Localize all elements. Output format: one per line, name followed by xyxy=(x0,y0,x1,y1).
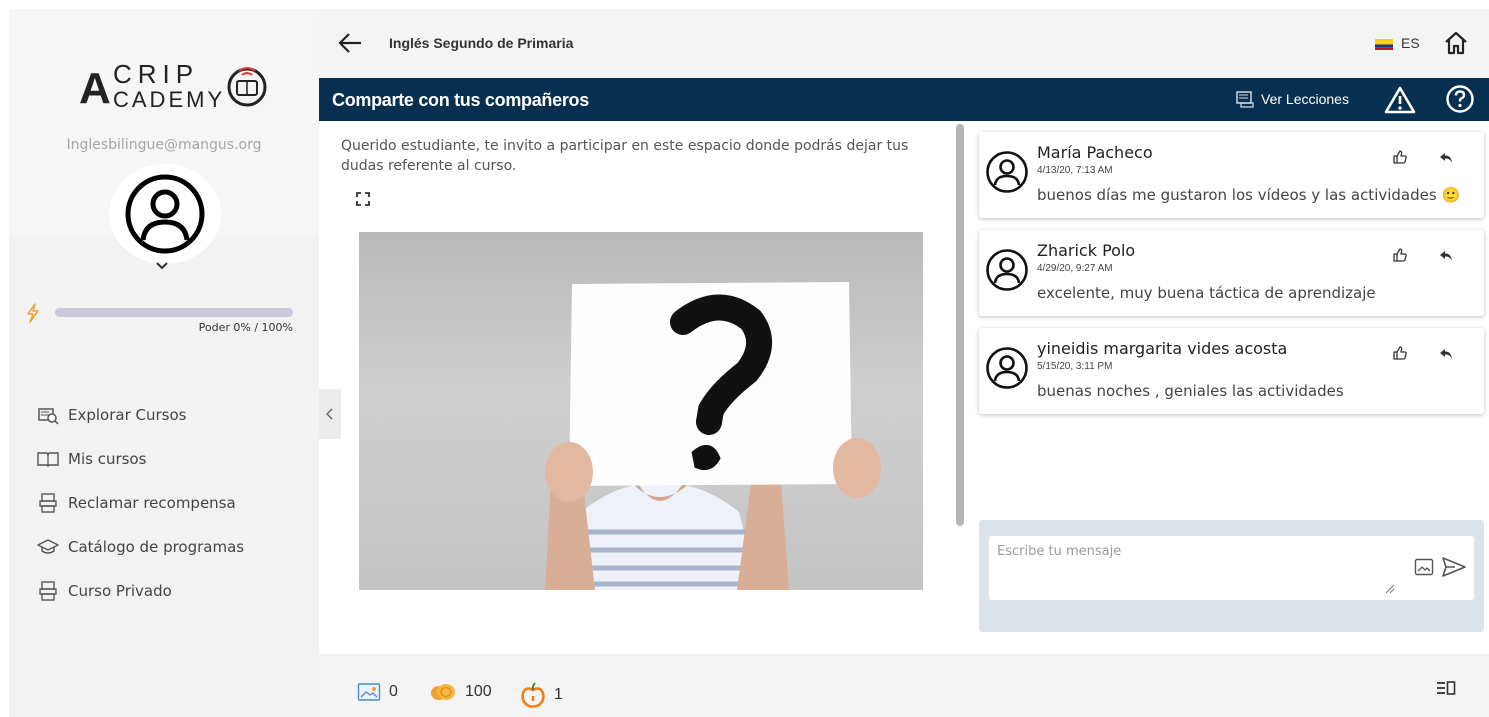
stat-coins: 100 xyxy=(429,682,492,702)
back-arrow-icon[interactable] xyxy=(337,31,363,55)
sidebar-item-catalogo-de-programas[interactable]: Catálogo de programas xyxy=(35,525,244,569)
comment-date: 4/29/20, 9:27 AM xyxy=(1037,263,1113,274)
colombia-flag-icon[interactable] xyxy=(1375,39,1393,50)
stat-value: 1 xyxy=(554,686,563,703)
sidebar-item-label: Curso Privado xyxy=(68,582,172,600)
help-icon[interactable] xyxy=(1445,84,1475,114)
power-progress-bar xyxy=(55,308,293,317)
stat-value: 100 xyxy=(465,683,492,700)
scrollbar[interactable] xyxy=(956,124,964,526)
stat-value: 0 xyxy=(389,683,398,700)
private-course-icon xyxy=(35,581,61,601)
sidebar-item-label: Mis cursos xyxy=(68,450,147,468)
avatar[interactable] xyxy=(109,164,221,264)
sidebar-item-mis-cursos[interactable]: Mis cursos xyxy=(35,437,244,481)
lightning-icon xyxy=(27,303,39,323)
user-avatar-icon xyxy=(986,151,1028,193)
lesson-list-icon[interactable] xyxy=(1435,680,1457,698)
user-avatar-icon xyxy=(986,347,1028,389)
acrip-academy-logo: A CRIP CADEMY xyxy=(79,59,267,113)
svg-text:CRIP: CRIP xyxy=(113,59,199,89)
comment-date: 5/15/20, 3:11 PM xyxy=(1037,361,1113,372)
sidebar-item-explorar-cursos[interactable]: Explorar Cursos xyxy=(35,393,244,437)
comment-author: Zharick Polo xyxy=(1037,241,1136,260)
sidebar-item-label: Explorar Cursos xyxy=(68,406,187,424)
book-icon xyxy=(35,449,61,469)
reply-icon[interactable] xyxy=(1439,250,1453,262)
sidebar-item-label: Catálogo de programas xyxy=(68,538,245,556)
sidebar: A CRIP CADEMY Inglesbilingue@mangus.org … xyxy=(9,9,319,717)
reward-icon xyxy=(35,493,61,513)
view-lessons-button[interactable]: Ver Lecciones xyxy=(1235,89,1349,109)
user-avatar-icon xyxy=(986,249,1028,291)
forum-title: Comparte con tus compañeros xyxy=(332,90,589,110)
view-lessons-label: Ver Lecciones xyxy=(1261,91,1349,107)
course-title: Inglés Segundo de Primaria xyxy=(389,35,574,51)
chevron-down-icon[interactable] xyxy=(155,261,169,271)
comment-author: yineidis margarita vides acosta xyxy=(1037,339,1288,358)
send-icon[interactable] xyxy=(1441,556,1467,578)
attach-image-icon[interactable] xyxy=(1414,558,1434,576)
sidebar-item-reclamar-recompensa[interactable]: Reclamar recompensa xyxy=(35,481,244,525)
message-box xyxy=(989,536,1474,600)
language-selector[interactable]: ES xyxy=(1401,35,1420,51)
comment-date: 4/13/20, 7:13 AM xyxy=(1037,165,1113,176)
user-avatar-icon xyxy=(125,174,205,254)
like-icon[interactable] xyxy=(1392,149,1408,165)
stat-apples: 1 xyxy=(520,682,563,708)
fullscreen-icon[interactable] xyxy=(356,192,370,206)
footer-bar: 0 100 1 xyxy=(319,654,1489,717)
question-mark-photo xyxy=(545,282,881,590)
comment-text: excelente, muy buena táctica de aprendiz… xyxy=(1037,284,1376,302)
resize-handle-icon[interactable] xyxy=(1385,584,1395,594)
svg-text:A: A xyxy=(79,64,111,113)
comment-author: María Pacheco xyxy=(1037,143,1153,162)
comment-card: María Pacheco 4/13/20, 7:13 AM buenos dí… xyxy=(979,132,1484,218)
image-points-icon xyxy=(357,682,381,702)
chevron-left-icon xyxy=(326,408,333,420)
sidebar-nav: Explorar Cursos Mis cursos Reclamar reco… xyxy=(35,393,244,613)
apple-icon xyxy=(520,682,546,708)
forum-intro-text: Querido estudiante, te invito a particip… xyxy=(341,138,909,174)
forum-header-bar: Comparte con tus compañeros Ver Leccione… xyxy=(319,78,1489,121)
comment-text: buenos días me gustaron los vídeos y las… xyxy=(1037,186,1461,204)
svg-text:CADEMY: CADEMY xyxy=(113,87,225,112)
stat-images: 0 xyxy=(357,682,398,702)
coins-icon xyxy=(429,682,457,702)
lessons-icon xyxy=(1235,89,1255,109)
message-input[interactable] xyxy=(989,536,1399,600)
power-label: Poder 0% / 100% xyxy=(198,321,293,334)
graduation-cap-icon xyxy=(35,537,61,557)
report-warning-icon[interactable] xyxy=(1383,85,1417,115)
user-email: Inglesbilingue@mangus.org xyxy=(66,137,262,153)
collapse-sidebar-button[interactable] xyxy=(319,389,341,439)
reply-icon[interactable] xyxy=(1439,152,1453,164)
sidebar-item-curso-privado[interactable]: Curso Privado xyxy=(35,569,244,613)
sidebar-item-label: Reclamar recompensa xyxy=(68,494,236,512)
forum-image xyxy=(359,232,923,590)
reply-icon[interactable] xyxy=(1439,348,1453,360)
comment-card: yineidis margarita vides acosta 5/15/20,… xyxy=(979,328,1484,414)
comment-card: Zharick Polo 4/29/20, 9:27 AM excelente,… xyxy=(979,230,1484,316)
like-icon[interactable] xyxy=(1392,345,1408,361)
top-bar: Inglés Segundo de Primaria ES xyxy=(319,9,1489,78)
explore-courses-icon xyxy=(35,405,61,425)
like-icon[interactable] xyxy=(1392,247,1408,263)
message-composer xyxy=(979,520,1484,632)
comment-text: buenas noches , geniales las actividades xyxy=(1037,382,1344,400)
home-icon[interactable] xyxy=(1443,30,1469,56)
